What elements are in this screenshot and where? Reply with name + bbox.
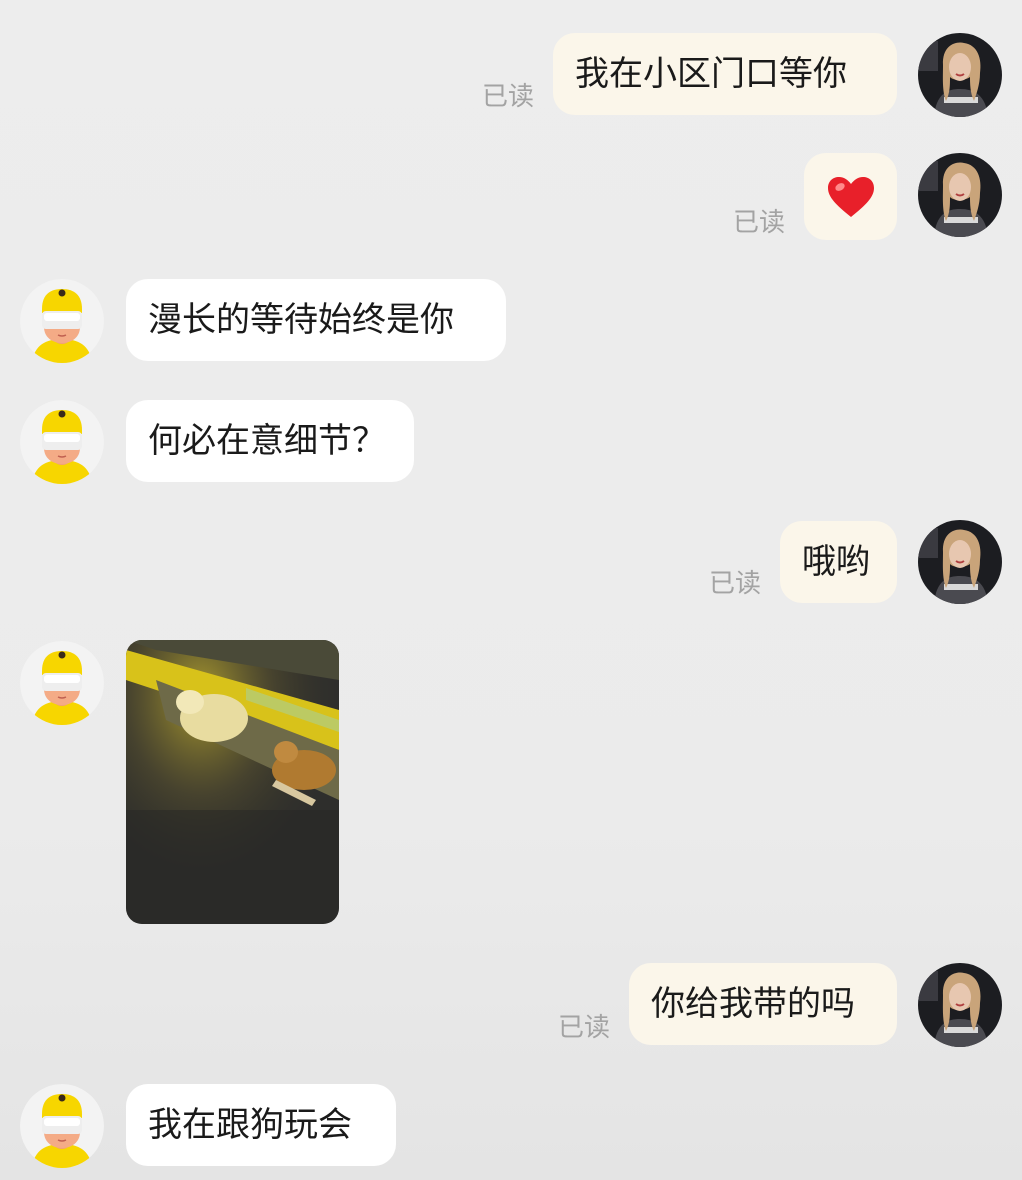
contact-avatar[interactable] [20, 279, 104, 363]
message-bubble-sent[interactable]: 你给我带的吗 [629, 963, 897, 1045]
my-avatar[interactable] [918, 33, 1002, 117]
message-text: 哦哟 [802, 542, 870, 582]
message-text: 漫长的等待始终是你 [148, 300, 454, 340]
message-bubble-sent[interactable]: 哦哟 [780, 521, 897, 603]
message-bubble-received[interactable]: 我在跟狗玩会 [126, 1084, 396, 1166]
read-status: 已读 [482, 82, 535, 112]
contact-avatar[interactable] [20, 641, 104, 725]
dog-photo-image [126, 640, 339, 924]
read-status: 已读 [733, 208, 786, 238]
message-bubble-sent[interactable] [804, 153, 897, 240]
message-bubble-received[interactable]: 漫长的等待始终是你 [126, 279, 506, 361]
message-text: 你给我带的吗 [651, 984, 855, 1024]
photo-message[interactable] [126, 640, 339, 924]
heart-icon [827, 176, 874, 217]
message-bubble-sent[interactable]: 我在小区门口等你 [553, 33, 897, 115]
contact-avatar[interactable] [20, 1084, 104, 1168]
my-avatar[interactable] [918, 963, 1002, 1047]
contact-avatar[interactable] [20, 400, 104, 484]
message-text: 何必在意细节？ [148, 421, 386, 461]
read-status: 已读 [709, 569, 762, 599]
read-status: 已读 [558, 1013, 611, 1043]
my-avatar[interactable] [918, 153, 1002, 237]
message-text: 我在跟狗玩会 [148, 1105, 352, 1145]
message-bubble-received[interactable]: 何必在意细节？ [126, 400, 414, 482]
message-text: 我在小区门口等你 [575, 54, 847, 94]
my-avatar[interactable] [918, 520, 1002, 604]
